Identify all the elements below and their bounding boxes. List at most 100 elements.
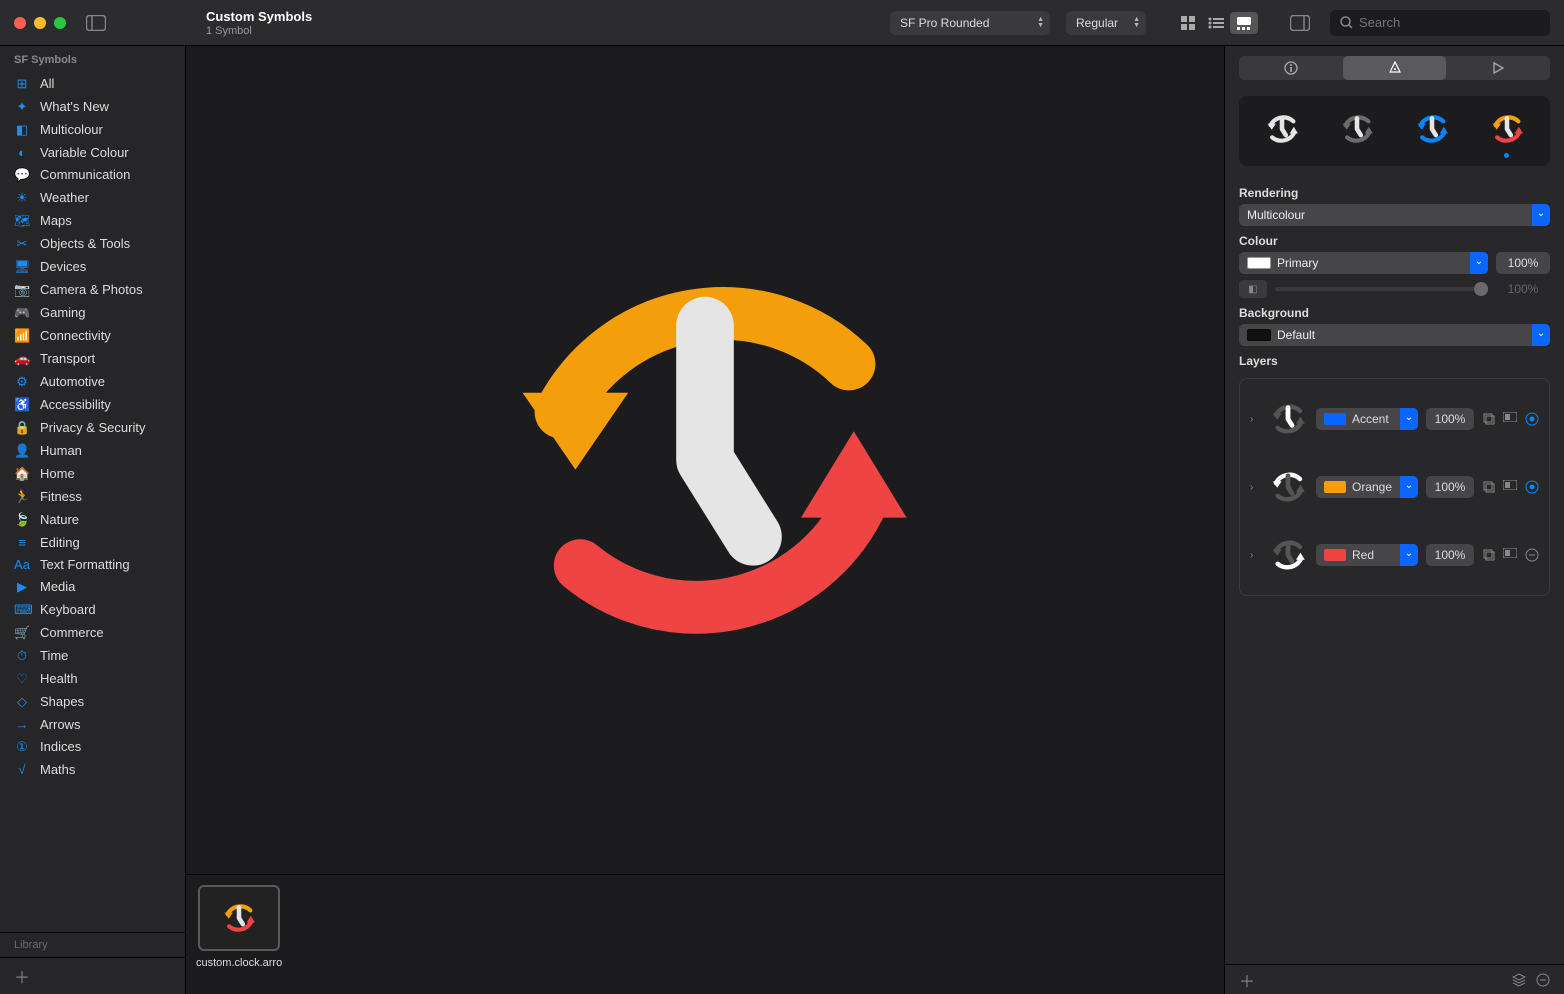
sidebar-item[interactable]: ◐Variable Colour xyxy=(0,141,185,163)
sidebar-item-label: Media xyxy=(40,579,75,594)
sidebar-item[interactable]: 🗺Maps xyxy=(0,209,185,232)
background-select[interactable]: Default xyxy=(1239,324,1550,346)
sidebar-item[interactable]: √Maths xyxy=(0,758,185,780)
layer-erase-button[interactable] xyxy=(1525,412,1539,426)
sidebar-item-icon: 🛒 xyxy=(14,625,30,641)
add-collection-button[interactable]: ＋ xyxy=(14,964,30,988)
canvas-area: custom.clock.arrow.triangleh… xyxy=(186,46,1224,994)
layer-fill-button[interactable] xyxy=(1503,548,1517,562)
sidebar-item[interactable]: AaText Formatting xyxy=(0,553,185,575)
colour-tab[interactable] xyxy=(1343,56,1447,80)
sidebar-item[interactable]: ▶Media xyxy=(0,575,185,598)
sidebar-item[interactable]: 🏃Fitness xyxy=(0,485,185,508)
sidebar-item-icon: 📶 xyxy=(14,328,30,344)
info-tab[interactable] xyxy=(1239,56,1343,80)
sidebar-item[interactable]: ⚙Automotive xyxy=(0,370,185,393)
sidebar-item[interactable]: ⊞All xyxy=(0,72,185,95)
rendering-previews xyxy=(1239,96,1550,166)
list-view-button[interactable] xyxy=(1202,12,1230,34)
sidebar-item[interactable]: ≡ Editing xyxy=(0,531,185,553)
layer-opacity-value[interactable]: 100% xyxy=(1426,408,1474,430)
minimize-window-button[interactable] xyxy=(34,17,46,29)
preview-palette[interactable] xyxy=(1408,110,1456,148)
layer-opacity-value[interactable]: 100% xyxy=(1426,476,1474,498)
sidebar-item[interactable]: 👤Human xyxy=(0,439,185,462)
sidebar-item[interactable]: 🛒Commerce xyxy=(0,621,185,644)
sidebar-item[interactable]: ☀Weather xyxy=(0,186,185,209)
layer-colour-select[interactable]: Accent xyxy=(1316,408,1418,430)
layer-copy-button[interactable] xyxy=(1482,480,1495,494)
layer-disclose-button[interactable]: › xyxy=(1250,550,1260,561)
colour-mode-button[interactable]: ◧ xyxy=(1239,280,1267,298)
stepper-icon: ▲▼ xyxy=(1133,17,1140,29)
layer-disclose-button[interactable]: › xyxy=(1250,414,1260,425)
sidebar-item-label: Objects & Tools xyxy=(40,236,130,251)
gallery-view-button[interactable] xyxy=(1230,12,1258,34)
symbol-thumbnail[interactable]: custom.clock.arrow.triangleh… xyxy=(196,885,282,970)
toggle-sidebar-button[interactable] xyxy=(86,15,106,31)
preview-multicolour[interactable] xyxy=(1483,110,1531,148)
add-layer-button[interactable]: ＋ xyxy=(1239,968,1255,992)
sidebar-item[interactable]: ◇Shapes xyxy=(0,690,185,713)
sidebar-item[interactable]: ✦What's New xyxy=(0,95,185,118)
sidebar-item[interactable]: ♡Health xyxy=(0,667,185,690)
rendering-select[interactable]: Multicolour xyxy=(1239,204,1550,226)
remove-layer-button[interactable] xyxy=(1536,973,1550,987)
title-block: Custom Symbols 1 Symbol xyxy=(206,9,312,37)
sidebar-item[interactable]: 📷Camera & Photos xyxy=(0,278,185,301)
sidebar-item[interactable]: →Arrows xyxy=(0,713,185,735)
close-window-button[interactable] xyxy=(14,17,26,29)
layer-opacity-value[interactable]: 100% xyxy=(1426,544,1474,566)
layer-disclose-button[interactable]: › xyxy=(1250,482,1260,493)
sidebar-item[interactable]: 🎮Gaming xyxy=(0,301,185,324)
layer-colour-select[interactable]: Red xyxy=(1316,544,1418,566)
font-weight-select[interactable]: Regular ▲▼ xyxy=(1066,11,1146,35)
sidebar-item[interactable]: ♿Accessibility xyxy=(0,393,185,416)
search-field[interactable] xyxy=(1330,10,1550,36)
sidebar-item-icon: ≡ xyxy=(14,535,30,550)
rendering-label: Rendering xyxy=(1239,186,1550,200)
layer-erase-button[interactable] xyxy=(1525,480,1539,494)
stepper-icon: ▲▼ xyxy=(1037,17,1044,29)
sidebar-item[interactable]: ⏱Time xyxy=(0,644,185,667)
thumbnail-icon xyxy=(220,899,258,937)
sidebar-item[interactable]: ◧Multicolour xyxy=(0,118,185,141)
sidebar-item-icon: ⌨ xyxy=(14,602,30,618)
layer-colour-select[interactable]: Orange xyxy=(1316,476,1418,498)
colour-opacity-value[interactable]: 100% xyxy=(1496,252,1550,274)
sidebar-item[interactable]: 📶Connectivity xyxy=(0,324,185,347)
preview-monochrome[interactable] xyxy=(1258,110,1306,148)
sidebar-item[interactable]: 🚗Transport xyxy=(0,347,185,370)
symbol-canvas[interactable] xyxy=(186,46,1224,874)
dropdown-cap-icon xyxy=(1400,408,1418,430)
sidebar-item[interactable]: ①Indices xyxy=(0,735,185,758)
colour-select[interactable]: Primary xyxy=(1239,252,1488,274)
sidebar-item-icon: ⚙ xyxy=(14,374,30,390)
sidebar-item[interactable]: 🍃Nature xyxy=(0,508,185,531)
layer-copy-button[interactable] xyxy=(1482,548,1495,562)
search-input[interactable] xyxy=(1359,15,1540,30)
layers-stack-icon[interactable] xyxy=(1512,973,1526,987)
layer-swatch xyxy=(1324,549,1346,561)
sidebar-item-icon: √ xyxy=(14,762,30,777)
sidebar-item[interactable]: 🖥Devices xyxy=(0,255,185,278)
dropdown-cap-icon xyxy=(1532,324,1550,346)
grid-view-button[interactable] xyxy=(1174,12,1202,34)
sidebar-item[interactable]: 🔒Privacy & Security xyxy=(0,416,185,439)
layer-copy-button[interactable] xyxy=(1482,412,1495,426)
sidebar-item[interactable]: 🏠Home xyxy=(0,462,185,485)
opacity-slider[interactable] xyxy=(1275,287,1488,291)
toggle-inspector-button[interactable] xyxy=(1290,15,1310,31)
sidebar-item[interactable]: ✂Objects & Tools xyxy=(0,232,185,255)
preview-hierarchical[interactable] xyxy=(1333,110,1381,148)
slider-knob[interactable] xyxy=(1474,282,1488,296)
sidebar-item[interactable]: 💬Communication xyxy=(0,163,185,186)
sidebar-item[interactable]: ⌨Keyboard xyxy=(0,598,185,621)
font-family-select[interactable]: SF Pro Rounded ▲▼ xyxy=(890,11,1050,35)
animation-tab[interactable] xyxy=(1446,56,1550,80)
zoom-window-button[interactable] xyxy=(54,17,66,29)
layer-erase-button[interactable] xyxy=(1525,548,1539,562)
sidebar-item-label: Editing xyxy=(40,535,80,550)
layer-fill-button[interactable] xyxy=(1503,412,1517,426)
layer-fill-button[interactable] xyxy=(1503,480,1517,494)
